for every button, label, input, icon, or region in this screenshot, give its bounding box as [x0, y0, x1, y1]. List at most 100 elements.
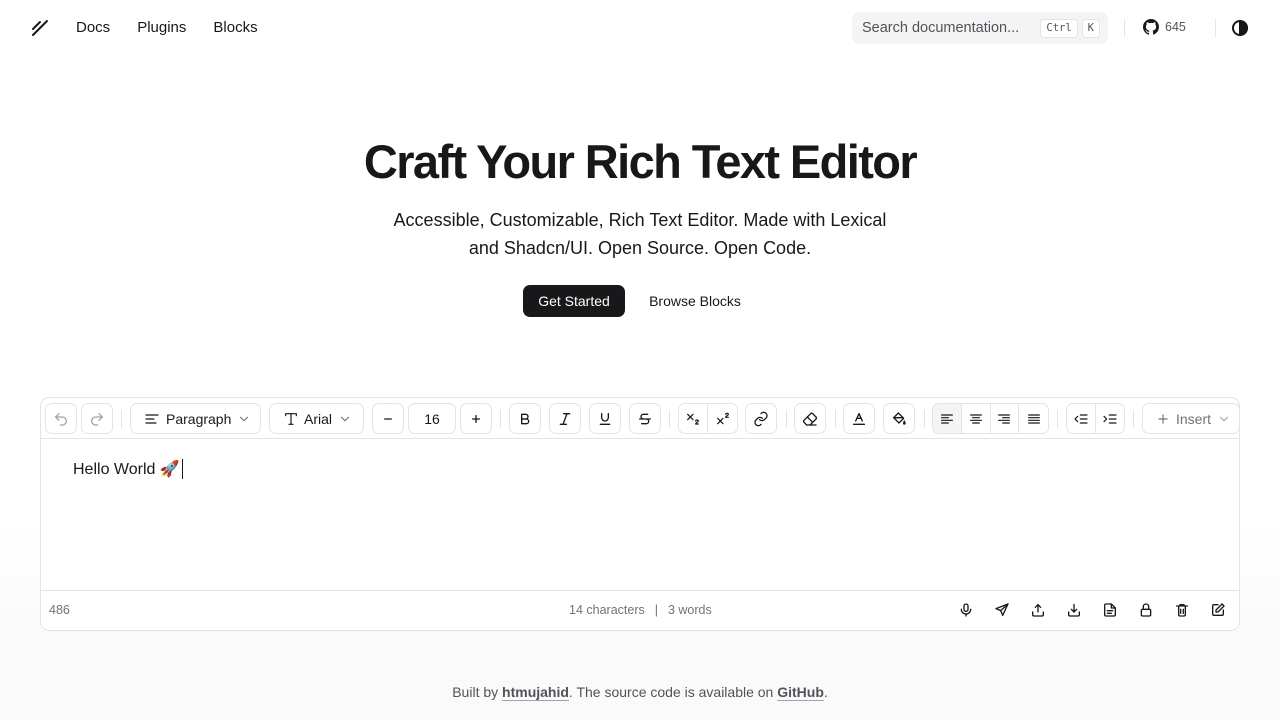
script-group [678, 403, 738, 434]
rich-text-editor: Paragraph Arial 16 Insert Hello World 🚀 … [40, 397, 1240, 631]
block-type-select[interactable]: Paragraph [130, 403, 261, 434]
github-link[interactable]: 645 [1143, 19, 1186, 35]
indent-button[interactable] [1096, 404, 1124, 433]
redo-button[interactable] [81, 403, 113, 434]
credit-suffix: . [823, 684, 828, 700]
toolbar-divider [835, 410, 836, 428]
alignment-group [932, 403, 1049, 434]
redo-icon [91, 412, 103, 426]
undo-icon [55, 412, 67, 426]
trash-icon [1176, 604, 1188, 617]
font-size-input[interactable] [408, 403, 456, 434]
export-button[interactable] [1066, 602, 1084, 620]
superscript-button[interactable] [708, 404, 737, 433]
nav-blocks[interactable]: Blocks [213, 18, 257, 38]
editor-footer: 486 14 characters | 3 words [41, 590, 1239, 630]
italic-button[interactable] [549, 403, 581, 434]
kbd-k: K [1081, 18, 1100, 38]
search-placeholder: Search documentation... [862, 20, 1020, 36]
plus-icon [472, 414, 480, 423]
edit-icon [1212, 603, 1225, 616]
lock-icon [1140, 603, 1152, 617]
superscript-icon [716, 412, 729, 424]
file-text-icon [1104, 603, 1116, 617]
subscript-button[interactable] [679, 404, 708, 433]
github-source-link[interactable]: GitHub [777, 684, 824, 700]
bold-button[interactable] [509, 403, 541, 434]
count-divider: | [654, 603, 658, 617]
block-type-label: Paragraph [166, 410, 232, 427]
site-header: Docs Plugins Blocks Search documentation… [0, 0, 1280, 56]
chevron-down-icon [240, 416, 249, 421]
outdent-icon [1074, 413, 1088, 424]
italic-icon [559, 412, 571, 425]
align-right-icon [998, 413, 1011, 424]
word-count: 14 characters | 3 words [569, 603, 712, 617]
theme-toggle-icon[interactable] [1230, 18, 1250, 38]
max-length-counter: 486 [49, 603, 70, 617]
link-button[interactable] [745, 403, 777, 434]
github-icon [1143, 19, 1159, 35]
nav-docs[interactable]: Docs [76, 18, 110, 38]
font-family-select[interactable]: Arial [269, 403, 364, 434]
edit-button[interactable] [1210, 602, 1228, 620]
indent-icon [1103, 413, 1117, 424]
chevron-down-icon [340, 416, 350, 421]
align-right-button[interactable] [991, 404, 1020, 433]
download-icon [1068, 604, 1080, 617]
chevron-down-icon [1219, 416, 1229, 421]
paint-bucket-icon [893, 411, 906, 425]
underline-button[interactable] [589, 403, 621, 434]
bold-icon [521, 413, 530, 424]
align-center-button[interactable] [962, 404, 991, 433]
insert-button[interactable]: Insert [1142, 403, 1239, 434]
underline-icon [599, 412, 611, 425]
footer-credit: Built by htmujahid. The source code is a… [0, 684, 1280, 700]
text-color-button[interactable] [843, 403, 875, 434]
insert-label: Insert [1176, 410, 1212, 427]
main-nav: Docs Plugins Blocks [76, 18, 285, 38]
background-color-button[interactable] [883, 403, 915, 434]
outdent-button[interactable] [1067, 404, 1096, 433]
align-left-button[interactable] [933, 404, 962, 433]
credit-middle: . The source code is available on [568, 684, 778, 700]
subscript-icon [687, 413, 699, 425]
get-started-button[interactable]: Get Started [523, 285, 625, 317]
strikethrough-button[interactable] [629, 403, 661, 434]
author-link[interactable]: htmujahid [502, 684, 569, 700]
align-center-icon [969, 413, 982, 424]
minus-icon [384, 417, 392, 420]
speech-to-text-button[interactable] [958, 602, 976, 620]
editor-paragraph: Hello World 🚀 [73, 461, 180, 478]
undo-button[interactable] [45, 403, 77, 434]
toolbar-divider [924, 410, 925, 428]
toolbar-divider [786, 410, 787, 428]
kbd-ctrl: Ctrl [1040, 18, 1078, 38]
browse-blocks-button[interactable]: Browse Blocks [636, 285, 754, 317]
hero-subtitle: Accessible, Customizable, Rich Text Edit… [393, 210, 887, 258]
text-color-icon [853, 412, 865, 425]
align-justify-icon [1027, 413, 1040, 424]
plus-icon [1158, 413, 1168, 424]
increase-font-size-button[interactable] [460, 403, 492, 434]
nav-plugins[interactable]: Plugins [137, 18, 186, 38]
share-button[interactable] [994, 602, 1012, 620]
text-caret [181, 459, 183, 479]
markdown-button[interactable] [1102, 602, 1120, 620]
header-divider [1124, 19, 1125, 37]
decrease-font-size-button[interactable] [372, 403, 404, 434]
logo-icon[interactable] [30, 18, 50, 38]
search-button[interactable]: Search documentation... Ctrl K [852, 12, 1108, 44]
import-button[interactable] [1030, 602, 1048, 620]
clear-button[interactable] [1174, 602, 1192, 620]
toolbar-divider [500, 410, 501, 428]
align-justify-button[interactable] [1019, 404, 1048, 433]
words-count: 3 words [667, 603, 712, 617]
header-divider-2 [1215, 19, 1216, 37]
clear-formatting-button[interactable] [794, 403, 826, 434]
lock-button[interactable] [1138, 602, 1156, 620]
indent-group [1066, 403, 1125, 434]
strikethrough-icon [639, 413, 651, 424]
toolbar-divider [121, 410, 122, 428]
editor-content[interactable]: Hello World 🚀 [73, 459, 183, 479]
